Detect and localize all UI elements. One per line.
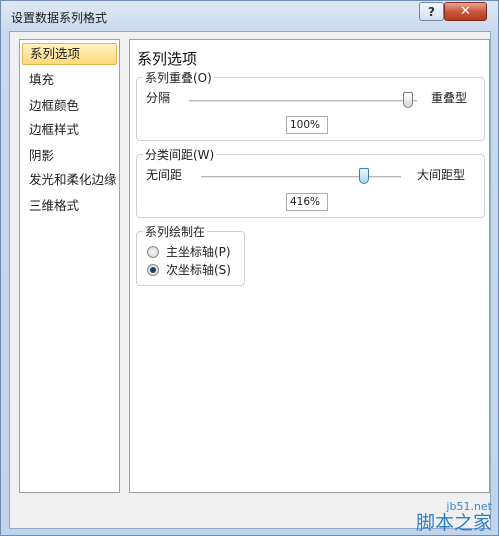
category-series-options[interactable]: 系列选项 — [22, 43, 117, 65]
title-bar[interactable]: 设置数据系列格式 ? ✕ — [1, 1, 498, 31]
category-shadow[interactable]: 阴影 — [22, 145, 117, 167]
gap-slider-thumb[interactable] — [359, 168, 369, 184]
gap-max-label: 大间距型 — [417, 168, 466, 182]
format-data-series-dialog: 设置数据系列格式 ? ✕ 系列选项 填充 边框颜色 边框样式 阴影 发光和柔化边… — [0, 0, 499, 536]
gap-width-group: 分类间距(W) 无间距 大间距型 416% — [136, 146, 485, 218]
overlap-label: 系列重叠(O) — [143, 69, 214, 86]
overlap-group: 系列重叠(O) 分隔 重叠型 100% — [136, 69, 485, 141]
gap-width-label: 分类间距(W) — [143, 146, 217, 163]
category-fill[interactable]: 填充 — [22, 69, 117, 91]
overlap-slider-track[interactable] — [189, 100, 417, 102]
category-border-style[interactable]: 边框样式 — [22, 119, 117, 141]
help-button[interactable]: ? — [419, 2, 444, 21]
dialog-client-area: 系列选项 填充 边框颜色 边框样式 阴影 发光和柔化边缘 三维格式 系列选项 系… — [9, 31, 491, 529]
options-panel: 系列选项 系列重叠(O) 分隔 重叠型 100% 分类间距(W) 无间距 大间距… — [129, 39, 490, 493]
window-title: 设置数据系列格式 — [11, 11, 108, 25]
close-button[interactable]: ✕ — [444, 2, 487, 21]
overlap-max-label: 重叠型 — [431, 91, 468, 105]
category-3d-format[interactable]: 三维格式 — [22, 195, 117, 217]
overlap-min-label: 分隔 — [146, 91, 171, 105]
gap-min-label: 无间距 — [146, 168, 183, 182]
watermark-name: 脚本之家 — [415, 512, 492, 534]
plot-series-on-group: 系列绘制在 主坐标轴(P) 次坐标轴(S) — [136, 223, 245, 286]
overlap-value-input[interactable]: 100% — [286, 116, 328, 134]
category-list: 系列选项 填充 边框颜色 边框样式 阴影 发光和柔化边缘 三维格式 — [19, 39, 120, 493]
category-glow-soft-edges[interactable]: 发光和柔化边缘 — [22, 169, 117, 191]
gap-value-input[interactable]: 416% — [286, 193, 328, 211]
gap-slider-track[interactable] — [201, 176, 401, 178]
help-icon: ? — [428, 4, 435, 19]
close-icon: ✕ — [460, 4, 471, 19]
secondary-axis-radio[interactable] — [147, 264, 159, 276]
category-border-color[interactable]: 边框颜色 — [22, 95, 117, 117]
secondary-axis-label[interactable]: 次坐标轴(S) — [166, 261, 231, 278]
plot-series-on-label: 系列绘制在 — [143, 223, 208, 240]
panel-title: 系列选项 — [137, 50, 198, 68]
overlap-slider-thumb[interactable] — [403, 92, 413, 108]
primary-axis-radio[interactable] — [147, 246, 159, 258]
primary-axis-label[interactable]: 主坐标轴(P) — [166, 243, 231, 260]
